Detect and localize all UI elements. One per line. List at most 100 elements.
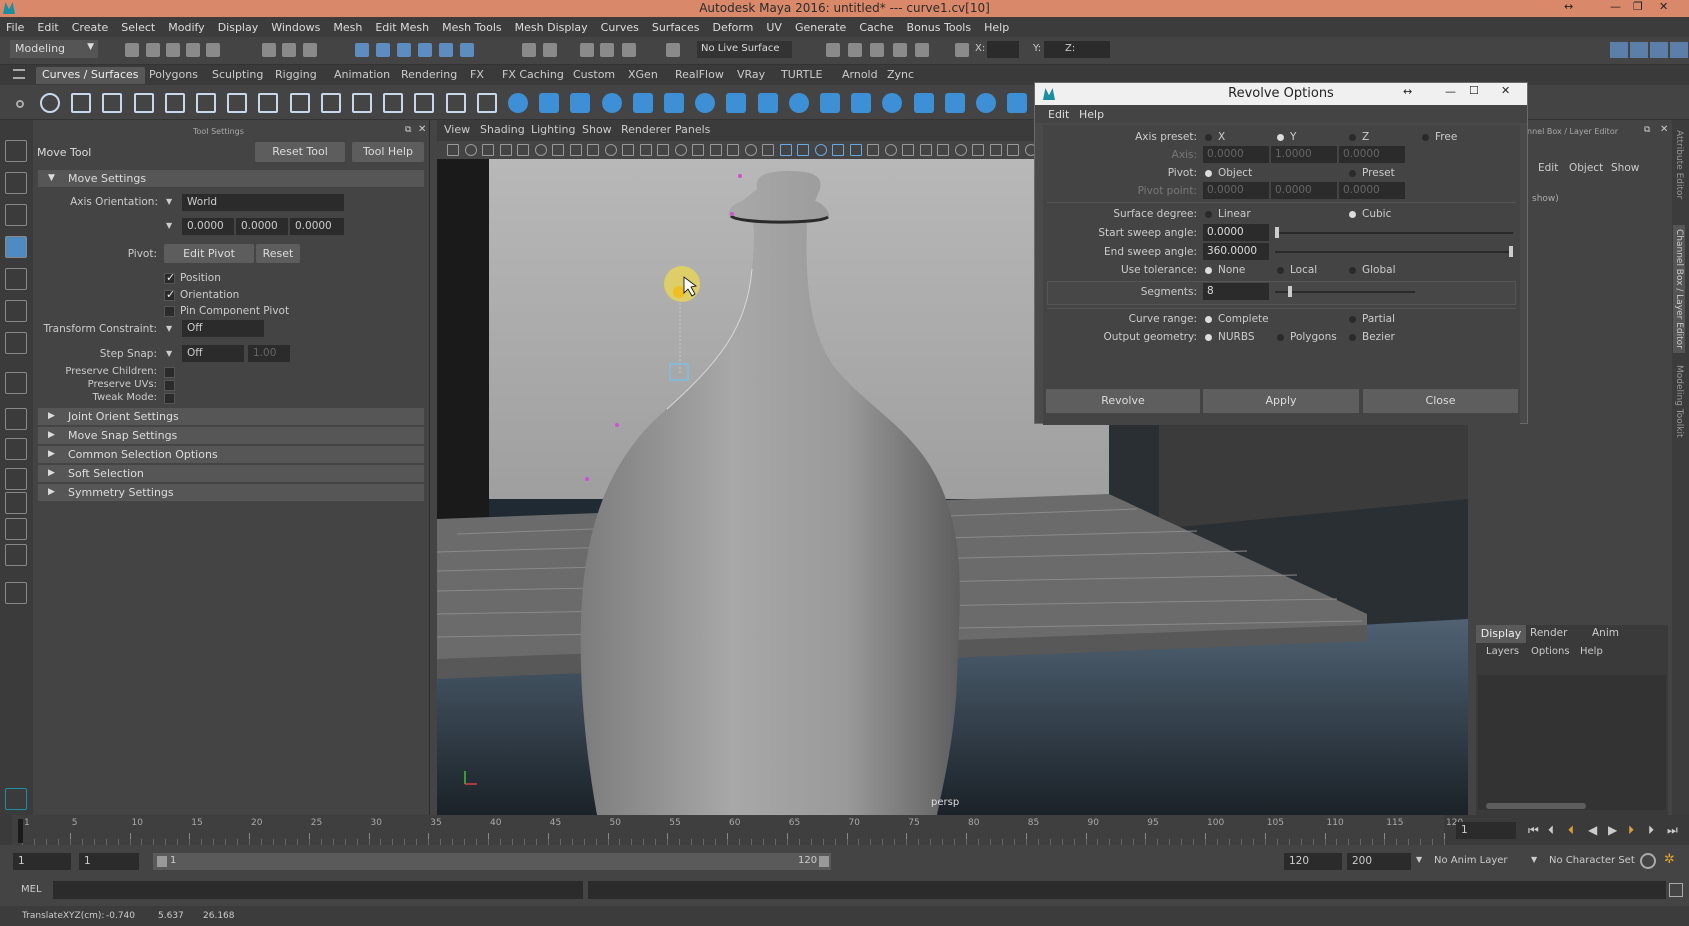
tweak-mode-checkbox[interactable] [164, 393, 175, 404]
viewport-tool-icon[interactable] [569, 144, 582, 156]
layer-tab-anim[interactable]: Anim [1592, 627, 1619, 639]
revolve-icon[interactable] [695, 93, 716, 113]
shelf-tab-zync[interactable]: Zync [881, 67, 920, 84]
settings-icon[interactable] [1670, 42, 1688, 58]
viewport-tool-icon[interactable] [447, 144, 459, 156]
panel-close-icon[interactable]: ✕ [418, 124, 426, 135]
viewport-tool-icon[interactable] [499, 144, 512, 156]
shelf-tab-rigging[interactable]: Rigging [269, 67, 323, 84]
side-tab-modeling-toolkit[interactable]: Modeling Toolkit [1674, 365, 1684, 438]
axis-vector-z[interactable]: 0.0000 [290, 218, 344, 235]
maya-home-icon[interactable] [5, 788, 27, 810]
persp-graph-layout-icon[interactable] [5, 468, 27, 490]
hypershade-layout-icon[interactable] [5, 492, 27, 514]
animation-start-field[interactable]: 1 [13, 853, 71, 870]
graph-icon[interactable] [1650, 42, 1668, 58]
step-snap-dropdown[interactable]: Off [182, 345, 244, 362]
soft-selection-section[interactable]: ▶ Soft Selection [38, 465, 424, 482]
preserve-children-checkbox[interactable] [164, 367, 175, 378]
select-tool-icon[interactable] [5, 140, 27, 162]
axis-preset-x-radio[interactable] [1205, 134, 1212, 141]
magnet-icon[interactable] [666, 43, 680, 57]
layer-menu-layers[interactable]: Layers [1486, 646, 1519, 657]
menu-item-mesh-display[interactable]: Mesh Display [515, 21, 588, 34]
nurbs-plane-icon[interactable] [632, 93, 653, 113]
menu-item-uv[interactable]: UV [766, 21, 782, 34]
axis-preset-free-radio[interactable] [1422, 134, 1429, 141]
symmetry-settings-section[interactable]: ▶ Symmetry Settings [38, 484, 424, 501]
viewport-tool-icon[interactable] [919, 144, 932, 156]
menu-item-create[interactable]: Create [72, 21, 109, 34]
minimize-icon[interactable]: — [1610, 0, 1621, 13]
viewport-tool-icon[interactable] [744, 144, 757, 156]
menu-item-bonus-tools[interactable]: Bonus Tools [907, 21, 972, 34]
shelf-tab-turtle[interactable]: TURTLE [775, 67, 828, 84]
layer-list-scrollbar[interactable] [1486, 803, 1586, 809]
edit-pivot-button[interactable]: Edit Pivot [164, 244, 254, 263]
shelf-tab-realflow[interactable]: RealFlow [669, 67, 730, 84]
step-back-key-icon[interactable]: ⏴ [1548, 823, 1554, 838]
dialog-menu-help[interactable]: Help [1079, 108, 1104, 121]
menu-item-help[interactable]: Help [984, 21, 1009, 34]
viewport-tool-icon[interactable] [727, 144, 739, 156]
snap-grid-icon[interactable] [355, 43, 369, 57]
snap-point-icon[interactable] [397, 43, 411, 57]
duplicate-curve-icon[interactable] [414, 93, 435, 113]
output-ops-icon[interactable] [600, 43, 614, 57]
attach-curves-icon[interactable] [289, 93, 310, 113]
shelf-tab-fx-caching[interactable]: FX Caching [496, 67, 570, 84]
panel-float-icon[interactable]: ⧉ [405, 125, 411, 135]
scale-tool-icon[interactable] [5, 300, 27, 322]
extend-curve-icon[interactable] [445, 93, 466, 113]
pivot-point-z-field[interactable]: 0.0000 [1339, 182, 1405, 199]
start-sweep-slider-track[interactable] [1275, 232, 1513, 234]
menu-item-mesh-tools[interactable]: Mesh Tools [442, 21, 502, 34]
channel-box-close-icon[interactable]: ✕ [1660, 124, 1668, 135]
shelf-tab-curves-surfaces[interactable]: Curves / Surfaces [36, 67, 145, 84]
surface-degree-linear-radio[interactable] [1205, 211, 1212, 218]
tolerance-none-radio[interactable] [1205, 267, 1212, 274]
maximize-icon[interactable]: ❐ [1633, 0, 1643, 13]
menu-item-surfaces[interactable]: Surfaces [652, 21, 700, 34]
axis-preset-z-radio[interactable] [1349, 134, 1356, 141]
history-icon[interactable] [543, 43, 557, 57]
viewport-tool-icon[interactable] [657, 144, 669, 156]
cb-menu-show[interactable]: Show [1611, 162, 1639, 174]
apply-button[interactable]: Apply [1203, 389, 1359, 413]
rebuild-curve-icon[interactable] [320, 93, 341, 113]
end-sweep-slider-track[interactable] [1275, 251, 1513, 253]
shelf-menu-icon[interactable] [13, 69, 25, 79]
channel-box-float-icon[interactable]: ⧉ [1644, 125, 1650, 135]
move-snap-settings-section[interactable]: ▶ Move Snap Settings [38, 427, 424, 444]
outliner-icon[interactable] [1630, 42, 1648, 58]
outliner-layout-icon[interactable] [5, 544, 27, 566]
render-frame-icon[interactable] [848, 43, 862, 57]
ep-curve-icon[interactable] [133, 93, 154, 113]
start-sweep-field[interactable]: 0.0000 [1203, 224, 1269, 241]
select-by-hierarchy-icon[interactable] [262, 43, 276, 57]
menu-item-edit[interactable]: Edit [37, 21, 58, 34]
shelf-tab-custom[interactable]: Custom [567, 67, 621, 84]
tool-help-button[interactable]: Tool Help [352, 142, 424, 162]
layer-menu-options[interactable]: Options [1531, 646, 1570, 657]
birail-icon[interactable] [851, 93, 872, 113]
menu-item-generate[interactable]: Generate [795, 21, 846, 34]
viewport-tool-icon[interactable] [1007, 144, 1019, 156]
menu-item-modify[interactable]: Modify [168, 21, 204, 34]
menu-item-display[interactable]: Display [218, 21, 259, 34]
snap-curve-icon[interactable] [376, 43, 390, 57]
viewport-tool-icon[interactable] [674, 144, 687, 156]
shelf-options-icon[interactable] [16, 100, 24, 108]
pivot-preset-radio[interactable] [1349, 170, 1356, 177]
orientation-checkbox[interactable] [164, 288, 175, 301]
open-scene-icon[interactable] [146, 43, 160, 57]
segments-field[interactable]: 8 [1203, 283, 1269, 300]
tolerance-global-radio[interactable] [1349, 267, 1356, 274]
render-view-icon[interactable] [826, 43, 840, 57]
viewport-tool-icon[interactable] [482, 144, 494, 156]
end-sweep-slider-handle[interactable] [1509, 246, 1513, 257]
square-surface-icon[interactable] [913, 93, 934, 113]
menu-item-windows[interactable]: Windows [271, 21, 320, 34]
nurbs-cone-icon[interactable] [601, 93, 622, 113]
redo-icon[interactable] [206, 43, 220, 57]
